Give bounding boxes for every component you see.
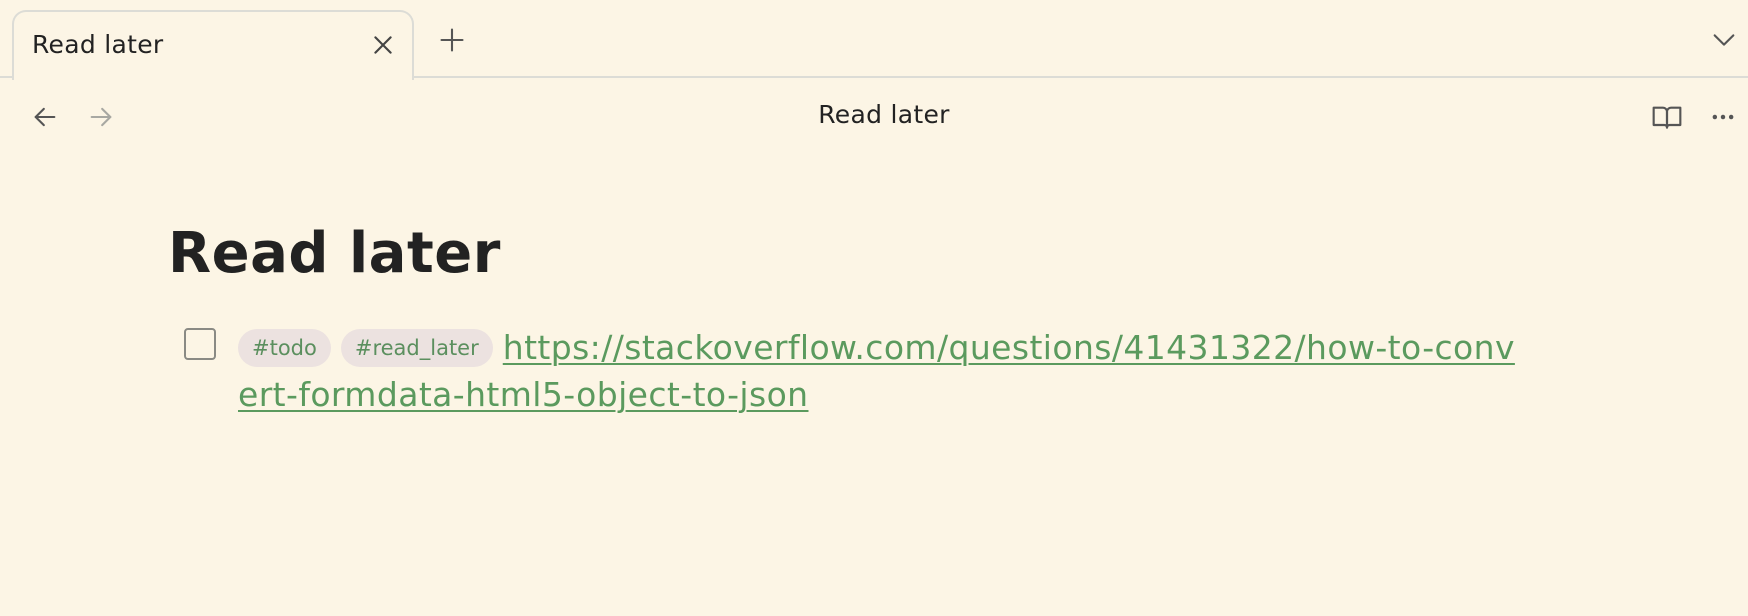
task-content: #todo #read_later https://stackoverflow.co… <box>238 324 1608 418</box>
plus-icon[interactable] <box>432 20 472 60</box>
close-icon[interactable] <box>366 28 400 62</box>
task-link-line1: https://stackoverflow.com/questions/4143… <box>502 328 1515 367</box>
tab-bar: Read later <box>0 0 1748 80</box>
tab-label: Read later <box>32 30 164 59</box>
chevron-down-icon[interactable] <box>1706 22 1742 58</box>
book-open-icon[interactable] <box>1648 98 1686 136</box>
task-link-line2: ert-formdata-html5-object-to-json <box>238 375 809 414</box>
note-title: Read later <box>168 221 501 286</box>
tag-todo[interactable]: #todo <box>238 329 331 367</box>
more-horizontal-icon[interactable] <box>1704 98 1742 136</box>
view-header: Read later <box>0 80 1748 152</box>
view-title: Read later <box>818 100 950 129</box>
task-checkbox[interactable] <box>184 328 216 360</box>
tab-read-later[interactable]: Read later <box>12 10 414 80</box>
tag-read-later[interactable]: #read_later <box>340 329 493 367</box>
